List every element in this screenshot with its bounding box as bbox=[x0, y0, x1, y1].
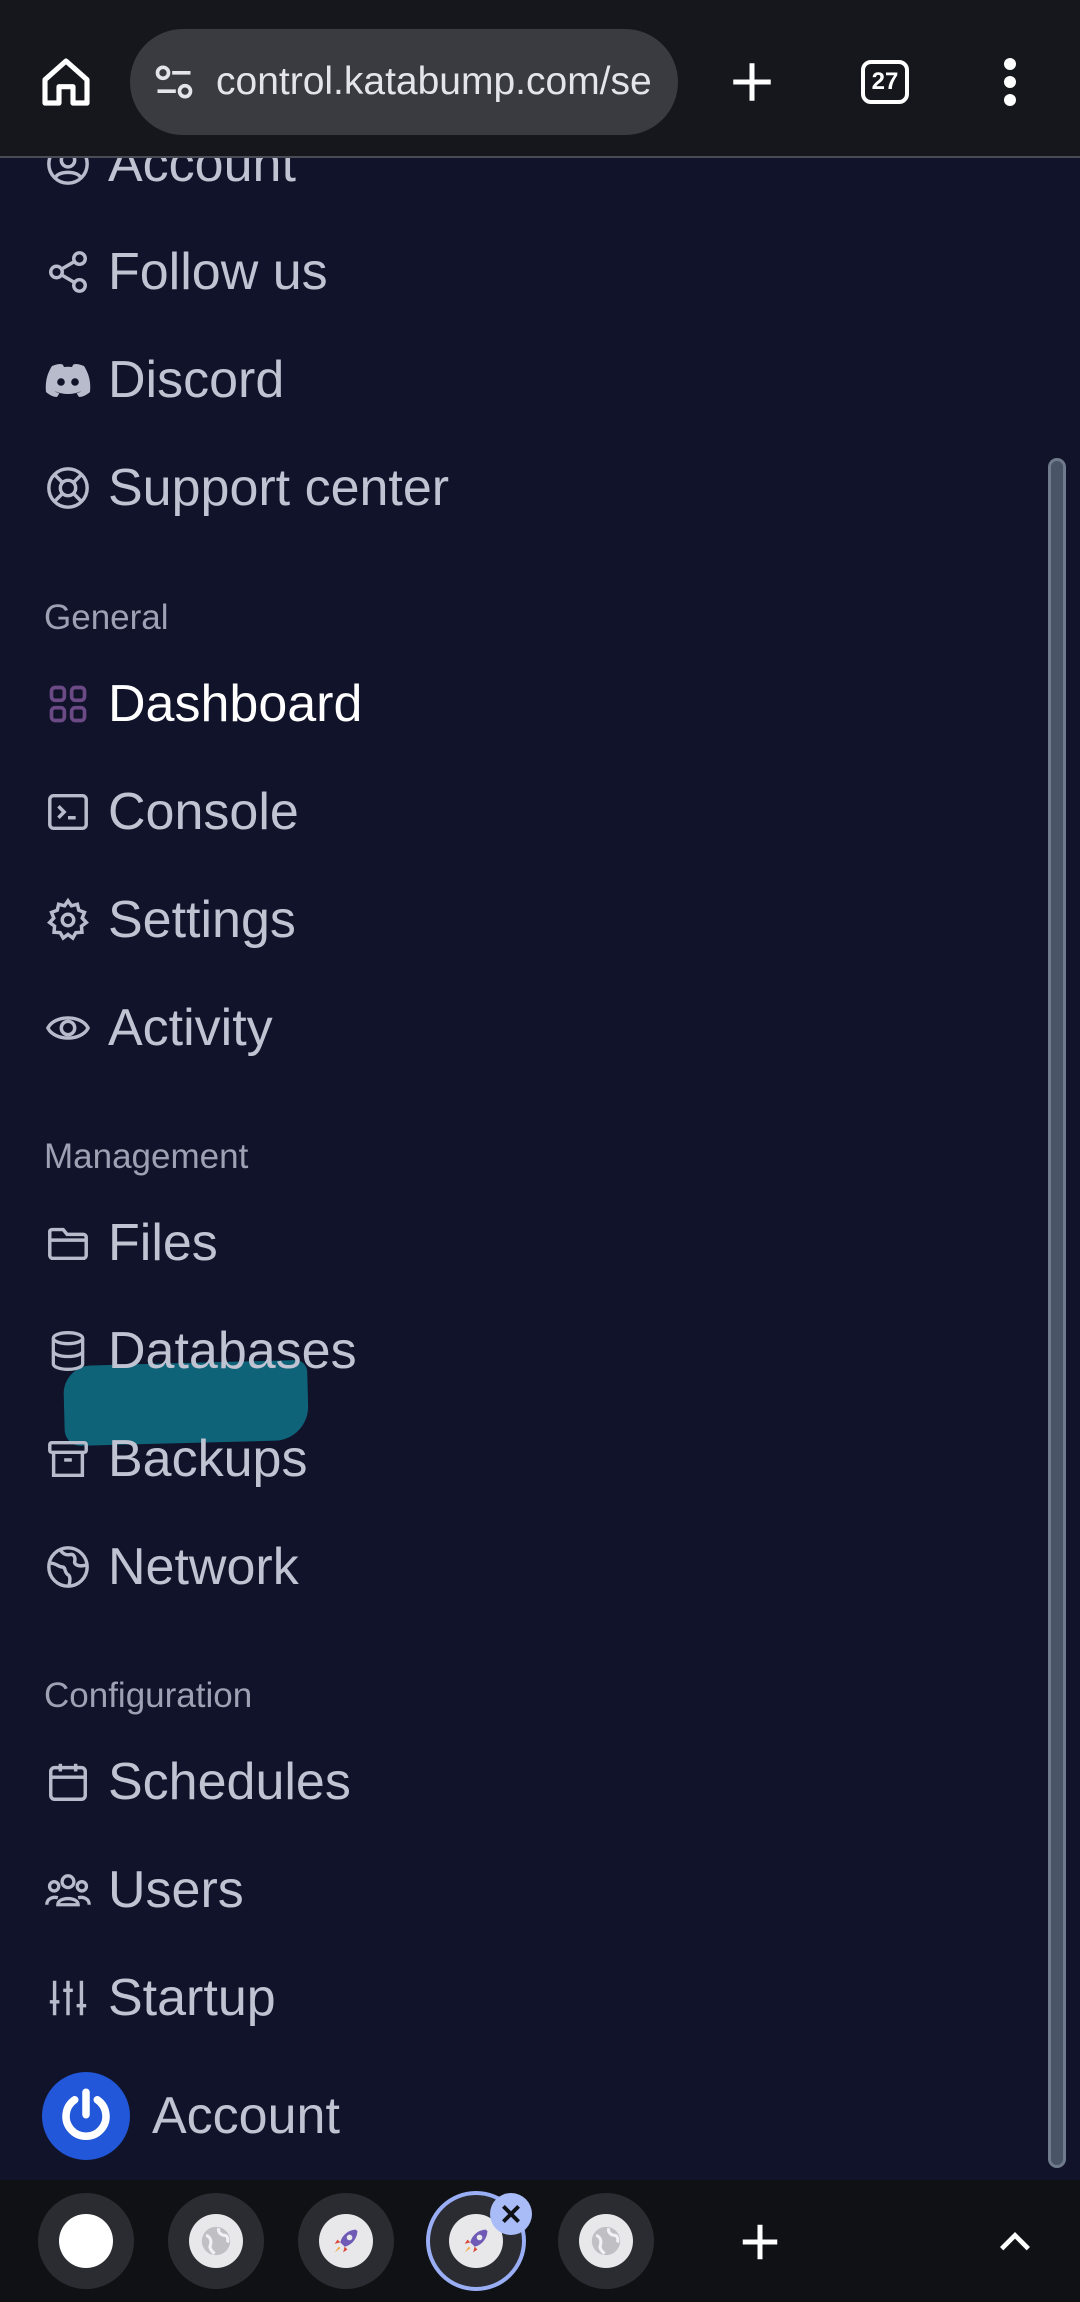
sidebar-item-settings[interactable]: Settings bbox=[44, 880, 296, 960]
sidebar-item-label: Startup bbox=[108, 1969, 276, 2027]
globe-icon bbox=[189, 2214, 243, 2268]
sidebar-item-users[interactable]: Users bbox=[44, 1850, 244, 1930]
section-general: General bbox=[44, 598, 169, 637]
sidebar-item-label: Network bbox=[108, 1538, 299, 1596]
sidebar-item-label: Discord bbox=[108, 351, 285, 409]
tab-thumbnail[interactable] bbox=[558, 2193, 654, 2289]
site-settings-icon[interactable] bbox=[150, 58, 198, 106]
folder-icon bbox=[44, 1219, 92, 1267]
sidebar-item-follow-us[interactable]: Follow us bbox=[44, 232, 328, 312]
sidebar-item-label: Users bbox=[108, 1861, 244, 1919]
close-tab-icon[interactable] bbox=[490, 2193, 532, 2235]
sidebar-item-label: Account bbox=[108, 158, 296, 193]
section-management: Management bbox=[44, 1137, 249, 1176]
gear-icon bbox=[44, 896, 92, 944]
database-icon bbox=[44, 1327, 92, 1375]
section-configuration: Configuration bbox=[44, 1676, 253, 1715]
sidebar-item-files[interactable]: Files bbox=[44, 1203, 218, 1283]
tab-thumbnail[interactable] bbox=[38, 2193, 134, 2289]
sidebar-item-label: Follow us bbox=[108, 243, 328, 301]
sidebar-item-label: Files bbox=[108, 1214, 218, 1272]
sidebar-item-schedules[interactable]: Schedules bbox=[44, 1742, 351, 1822]
calendar-icon bbox=[44, 1758, 92, 1806]
sidebar-item-activity[interactable]: Activity bbox=[44, 988, 273, 1068]
more-menu-icon[interactable] bbox=[990, 50, 1030, 114]
sidebar-item-label: Backups bbox=[108, 1430, 308, 1488]
user-circle-icon bbox=[44, 158, 92, 188]
tab-switcher-button[interactable]: 27 bbox=[861, 60, 909, 104]
account-footer-label[interactable]: Account bbox=[152, 2075, 340, 2157]
avatar[interactable] bbox=[42, 2072, 130, 2160]
sidebar-nav: Account Follow us Discord Support center… bbox=[0, 158, 1080, 2180]
sidebar-item-databases[interactable]: Databases bbox=[44, 1311, 357, 1391]
sidebar-item-startup[interactable]: Startup bbox=[44, 1958, 276, 2038]
sidebar-item-label: Schedules bbox=[108, 1753, 351, 1811]
sidebar-item-label: Activity bbox=[108, 999, 273, 1057]
sidebar-item-account-top[interactable]: Account bbox=[44, 158, 296, 204]
sidebar-item-support-center[interactable]: Support center bbox=[44, 448, 449, 528]
terminal-icon bbox=[44, 788, 92, 836]
new-tab-icon[interactable] bbox=[720, 50, 784, 114]
tab-thumbnail[interactable] bbox=[168, 2193, 264, 2289]
eye-icon bbox=[44, 1004, 92, 1052]
browser-toolbar: control.katabump.com/se 27 bbox=[0, 0, 1080, 158]
tab-strip bbox=[0, 2180, 1080, 2302]
sidebar-item-network[interactable]: Network bbox=[44, 1527, 299, 1607]
sidebar-item-label: Settings bbox=[108, 891, 296, 949]
share-icon bbox=[44, 248, 92, 296]
scrollbar[interactable] bbox=[1048, 458, 1066, 2168]
globe-icon bbox=[44, 1543, 92, 1591]
power-icon bbox=[62, 2088, 110, 2141]
url-text: control.katabump.com/se bbox=[216, 60, 652, 103]
tab-thumbnail[interactable] bbox=[298, 2193, 394, 2289]
sidebar-item-discord[interactable]: Discord bbox=[44, 340, 284, 420]
users-icon bbox=[44, 1866, 92, 1914]
chevron-up-icon[interactable] bbox=[985, 2212, 1045, 2272]
sidebar-item-dashboard[interactable]: Dashboard bbox=[44, 664, 362, 744]
sidebar-item-label: Dashboard bbox=[108, 675, 363, 733]
grid-icon bbox=[44, 680, 92, 728]
address-bar[interactable]: control.katabump.com/se bbox=[130, 29, 678, 135]
sidebar-item-label: Databases bbox=[108, 1322, 357, 1380]
rocket-icon bbox=[319, 2214, 373, 2268]
sidebar-item-label: Console bbox=[108, 783, 299, 841]
home-icon[interactable] bbox=[34, 50, 98, 114]
discord-icon bbox=[44, 356, 92, 404]
sliders-icon bbox=[44, 1974, 92, 2022]
archive-icon bbox=[44, 1435, 92, 1483]
sidebar-item-label: Support center bbox=[108, 459, 450, 517]
sidebar-item-console[interactable]: Console bbox=[44, 772, 299, 852]
sidebar-item-backups[interactable]: Backups bbox=[44, 1419, 307, 1499]
add-tab-icon[interactable] bbox=[730, 2212, 790, 2272]
globe-icon bbox=[579, 2214, 633, 2268]
lifebuoy-icon bbox=[44, 464, 92, 512]
